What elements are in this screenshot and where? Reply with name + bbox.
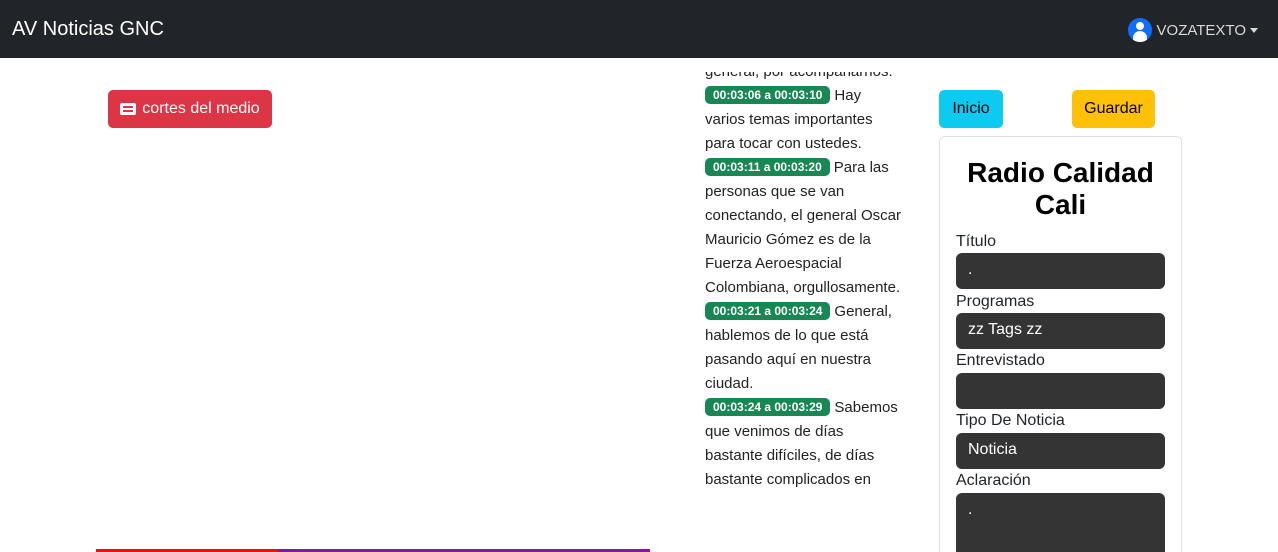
entrevistado-label: Entrevistado [956,352,1045,369]
timestamp-badge[interactable]: 00:03:21 a 00:03:24 [705,302,831,320]
station-title: Radio Calidad Cali [967,157,1154,220]
news-form-card: Radio Calidad Cali Título . Programas zz… [939,136,1182,552]
programas-field[interactable]: zz Tags zz [956,313,1165,349]
top-navbar: AV Noticias GNC VOZATEXTO [0,0,1278,58]
transcript-lead-in: general, por acompañarnos. [705,72,905,84]
guardar-button[interactable]: Guardar [1072,90,1155,128]
titulo-label: Título [956,233,997,250]
brand-title[interactable]: AV Noticias GNC [12,18,164,41]
aclaracion-textarea[interactable]: . [956,493,1165,552]
timestamp-badge[interactable]: 00:03:24 a 00:03:29 [705,398,831,416]
transcript-segment: 00:03:06 a 00:03:10 Hay varios temas impo… [705,84,905,156]
user-name: VOZATEXTO [1156,21,1246,39]
keyboard-icon [120,103,137,115]
transcript-segment: 00:03:24 a 00:03:29 Sabemos que venimos d… [705,396,905,492]
chevron-down-icon [1250,27,1258,33]
cortes-del-medio-button[interactable]: cortes del medio [108,90,272,128]
programas-label: Programas [956,293,1035,310]
entrevistado-field[interactable] [956,373,1165,409]
transcript-panel: general, por acompañarnos. 00:03:06 a 00… [705,72,905,552]
segment-text: Para las personas que se van conectando,… [705,159,901,296]
transcript-segment: 00:03:11 a 00:03:20 Para las personas que… [705,156,905,300]
tipo-noticia-field[interactable]: Noticia [956,433,1165,469]
tipo-noticia-label: Tipo De Noticia [956,412,1065,429]
user-menu[interactable]: VOZATEXTO [1127,18,1258,42]
transcript-segment: 00:03:21 a 00:03:24 General, hablemos de … [705,300,905,396]
aclaracion-label: Aclaración [956,472,1031,489]
user-avatar-icon [1127,18,1152,42]
timestamp-badge[interactable]: 00:03:11 a 00:03:20 [705,158,830,176]
cortes-button-label: cortes del medio [142,100,260,117]
titulo-field[interactable]: . [956,253,1165,289]
inicio-button[interactable]: Inicio [939,90,1003,128]
timestamp-badge[interactable]: 00:03:06 a 00:03:10 [705,86,831,104]
